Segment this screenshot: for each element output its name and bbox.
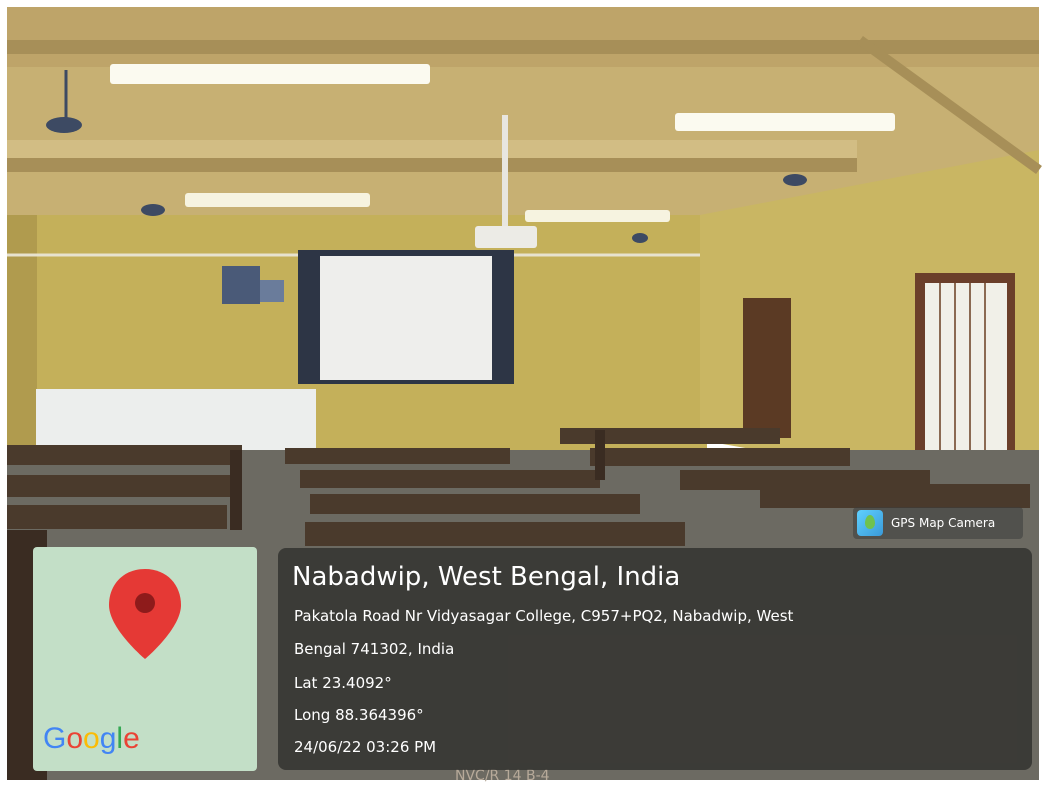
- address-line-1: Pakatola Road Nr Vidyasagar College, C95…: [294, 607, 794, 625]
- gps-map-camera-app-icon: [857, 510, 883, 536]
- address-line-2: Bengal 741302, India: [294, 640, 455, 658]
- gps-map-camera-badge: GPS Map Camera: [853, 507, 1023, 539]
- location-title: Nabadwip, West Bengal, India: [292, 562, 681, 592]
- latitude-text: Lat 23.4092°: [294, 674, 392, 692]
- datetime-text: 24/06/22 03:26 PM: [294, 738, 437, 756]
- badge-label: GPS Map Camera: [891, 516, 996, 530]
- google-logo: Google: [43, 722, 140, 755]
- longitude-text: Long 88.364396°: [294, 706, 424, 724]
- bench-marking-text: NVC/R 14 B-4: [455, 768, 550, 784]
